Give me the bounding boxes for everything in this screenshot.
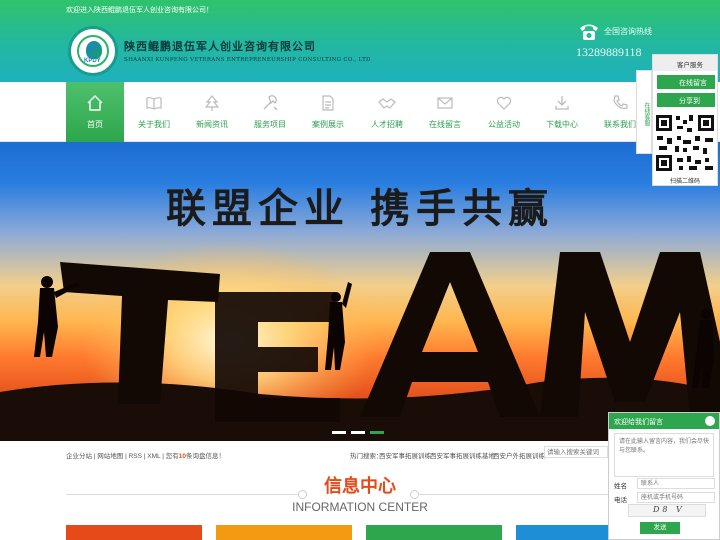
site-links-text[interactable]: 企业分站 | 网站地图 | RSS | XML | 您有: [66, 453, 179, 460]
hot-search-link[interactable]: 西安军事拓展训练: [379, 450, 431, 460]
hot-search-link[interactable]: 西安户外拓展训练: [493, 450, 545, 460]
document-icon: [322, 95, 334, 111]
minimize-icon[interactable]: [705, 416, 715, 426]
inquiry-count: 10: [178, 453, 186, 460]
hotline-label: 全国咨询热线: [604, 27, 652, 36]
nav-label: 人才招聘: [371, 120, 403, 129]
qr-code: [653, 112, 717, 174]
service-head: 客户服务: [653, 55, 717, 71]
message-textarea[interactable]: [614, 433, 714, 477]
info-tile[interactable]: [366, 525, 502, 540]
home-icon: [87, 95, 103, 111]
send-button[interactable]: 发送: [640, 522, 680, 534]
nav-item-about[interactable]: 关于我们: [125, 82, 183, 142]
nav-label: 首页: [87, 120, 103, 129]
hero-banner[interactable]: 联盟企业 携手共赢: [0, 142, 720, 441]
nav-item-services[interactable]: 服务项目: [241, 82, 299, 142]
hotline-number[interactable]: 13289889118: [576, 45, 642, 60]
hot-search-link[interactable]: 西安军事拓展训练基地: [430, 450, 495, 460]
carousel-dot[interactable]: [351, 431, 365, 434]
nav-label: 在线留言: [429, 120, 461, 129]
tree-icon: [204, 95, 220, 111]
tools-icon: [263, 95, 278, 111]
phone-field[interactable]: [637, 492, 715, 503]
nav-label: 服务项目: [254, 120, 286, 129]
heart-icon: [496, 96, 512, 110]
nav-item-charity[interactable]: 公益活动: [475, 82, 533, 142]
download-icon: [555, 96, 569, 110]
site-links[interactable]: 企业分站 | 网站地图 | RSS | XML | 您有10条询盘信息！: [66, 450, 225, 460]
main-nav: 首页 关于我们 新闻资讯 服务项目 案例展示 人才招聘 在线留言 公益活动 下载…: [0, 82, 720, 142]
mail-icon: [437, 97, 453, 109]
phone-icon: [613, 95, 628, 109]
nav-label: 关于我们: [138, 120, 170, 129]
info-tile[interactable]: [216, 525, 352, 540]
nav-item-cases[interactable]: 案例展示: [299, 82, 357, 142]
nav-label: 公益活动: [488, 120, 520, 129]
message-widget-title[interactable]: 欢迎给我们留言: [609, 413, 719, 429]
logo-ring: KPDY: [77, 35, 109, 67]
company-logo[interactable]: KPDY: [68, 26, 118, 76]
telephone-icon: [580, 24, 598, 40]
nav-item-jobs[interactable]: 人才招聘: [358, 82, 416, 142]
book-icon: [146, 97, 162, 110]
carousel-dot-active[interactable]: [370, 431, 384, 434]
qr-label: 扫描二维码: [669, 179, 700, 185]
logo-bird-icon: [86, 41, 102, 59]
name-label: 姓名: [614, 483, 627, 490]
carousel-dot[interactable]: [332, 431, 346, 434]
info-tile[interactable]: [66, 525, 202, 540]
search-input[interactable]: [544, 446, 608, 458]
handshake-icon: [378, 98, 396, 109]
captcha-image[interactable]: D8 V: [628, 504, 706, 517]
online-message-button[interactable]: 在线留言: [657, 75, 715, 89]
message-widget: 欢迎给我们留言 姓名 电话: [608, 412, 720, 540]
online-service-tab[interactable]: 在线客服: [636, 70, 652, 154]
phone-label: 电话: [614, 497, 627, 504]
company-name: 陕西鲲鹏退伍军人创业咨询有限公司: [124, 40, 316, 53]
welcome-text: 欢迎进入陕西鲲鹏退伍军人创业咨询有限公司！: [66, 7, 213, 14]
nav-label: 下载中心: [546, 120, 578, 129]
info-tile[interactable]: [516, 525, 608, 540]
share-button[interactable]: 分享到: [657, 93, 715, 107]
nav-label: 新闻资讯: [196, 120, 228, 129]
nav-item-news[interactable]: 新闻资讯: [183, 82, 241, 142]
company-name-en: SHAANXI KUNPENG VETERANS ENTREPRENEURSHI…: [124, 57, 371, 63]
logo-abbr: KPDY: [84, 58, 101, 64]
hot-search-label: 热门搜索：: [350, 453, 383, 460]
team-letters: [34, 252, 720, 422]
nav-item-download[interactable]: 下载中心: [533, 82, 591, 142]
nav-item-home[interactable]: 首页: [66, 82, 124, 142]
nav-item-message[interactable]: 在线留言: [416, 82, 474, 142]
site-header: 欢迎进入陕西鲲鹏退伍军人创业咨询有限公司！ KPDY 陕西鲲鹏退伍军人创业咨询有…: [0, 0, 720, 82]
site-links-suffix: 条询盘信息！: [185, 453, 225, 460]
name-field[interactable]: [637, 478, 715, 489]
nav-label: 案例展示: [312, 120, 344, 129]
